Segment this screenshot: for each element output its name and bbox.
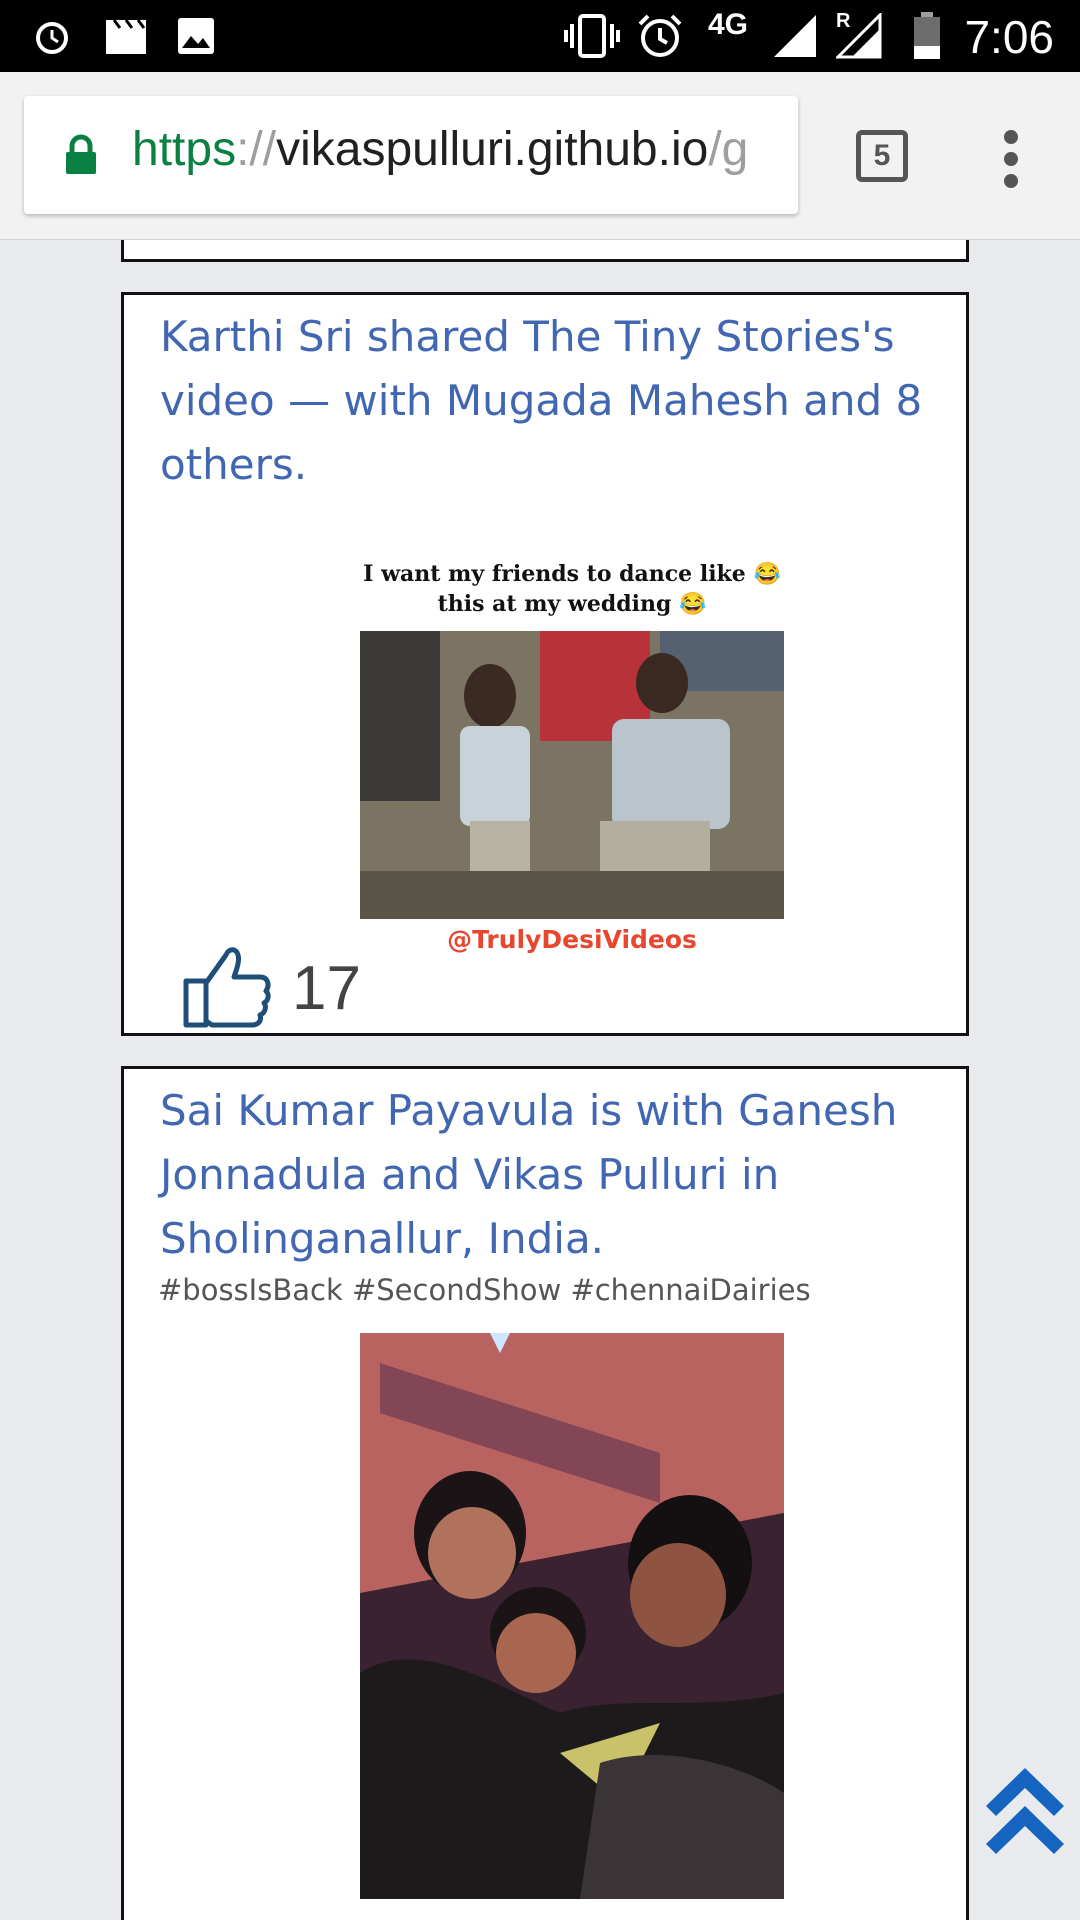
feed[interactable]: Karthi Sri shared The Tiny Stories's vid…	[0, 240, 1080, 1920]
previous-post-card	[121, 240, 969, 262]
lock-icon	[64, 134, 98, 181]
thumbs-up-icon	[183, 947, 271, 1028]
post-image[interactable]	[360, 1333, 784, 1899]
like-button[interactable]	[182, 943, 272, 1034]
url-path: /g	[708, 123, 749, 176]
url-scheme: https	[132, 123, 237, 176]
roaming-signal-icon: R	[836, 10, 882, 59]
post-title-link[interactable]: Karthi Sri shared The Tiny Stories's vid…	[160, 305, 950, 497]
image-caption: I want my friends to dance like 😂 this a…	[363, 561, 781, 617]
post-title-link[interactable]: Sai Kumar Payavula is with Ganesh Jonnad…	[160, 1079, 960, 1271]
image-icon	[176, 14, 216, 58]
network-type: 4G	[708, 8, 749, 41]
menu-dot-icon	[1004, 174, 1018, 188]
post-card: Karthi Sri shared The Tiny Stories's vid…	[121, 292, 969, 1036]
browser-toolbar: https://vikaspulluri.github.io/g 5	[0, 72, 1080, 240]
address-bar[interactable]: https://vikaspulluri.github.io/g	[24, 96, 798, 214]
alarm-clock-icon	[636, 14, 684, 58]
menu-dot-icon	[1004, 152, 1018, 166]
overflow-menu-button[interactable]	[1000, 130, 1022, 188]
post-image[interactable]: I want my friends to dance like 😂 this a…	[360, 559, 784, 975]
tab-count: 5	[873, 139, 891, 172]
image-credit: @TrulyDesiVideos	[447, 925, 697, 954]
video-thumbnail	[360, 631, 784, 919]
alarm-icon	[32, 14, 72, 58]
clock: 7:06	[964, 11, 1054, 63]
url-host: vikaspulluri.github.io	[276, 123, 709, 176]
double-chevron-up-icon	[986, 1768, 1064, 1854]
tab-switcher-button[interactable]: 5	[856, 130, 908, 182]
status-bar: 4G R 7:06	[0, 0, 1080, 72]
post-card: Sai Kumar Payavula is with Ganesh Jonnad…	[121, 1066, 969, 1920]
signal-icon	[772, 14, 818, 58]
roaming-label: R	[836, 10, 851, 32]
url-text[interactable]: https://vikaspulluri.github.io/g	[132, 122, 748, 177]
menu-dot-icon	[1004, 130, 1018, 144]
url-separator: ://	[236, 123, 277, 176]
back-to-top-button[interactable]	[982, 1762, 1068, 1856]
like-count: 17	[292, 954, 361, 1023]
post-caption: #bossIsBack #SecondShow #chennaiDairies	[158, 1273, 811, 1307]
battery-icon	[912, 12, 942, 59]
vibrate-icon	[562, 14, 622, 58]
clapperboard-icon	[104, 14, 148, 58]
